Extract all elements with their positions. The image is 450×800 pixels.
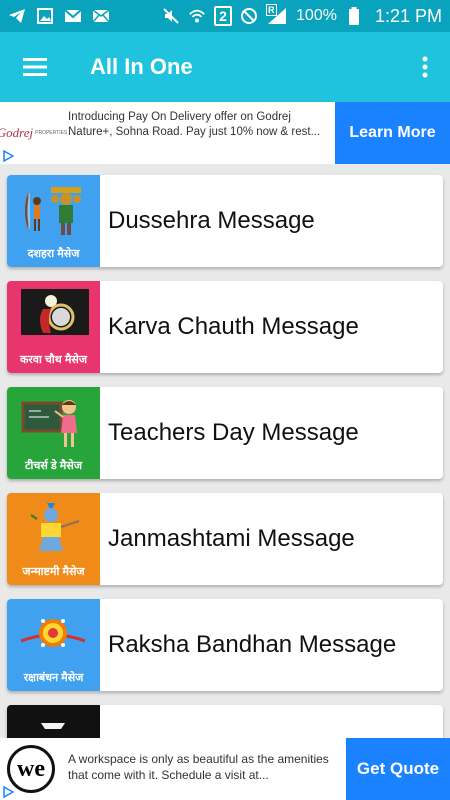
telegram-icon: [8, 7, 26, 25]
mute-icon: [162, 7, 180, 25]
teachers-day-art-icon: [21, 400, 77, 447]
list-item-janmashtami[interactable]: जन्माष्टमी मैसेज Janmashtami Message: [7, 493, 443, 585]
list-item-teachers-day[interactable]: टीचर्स डे मैसेज Teachers Day Message: [7, 387, 443, 479]
thumbnail-caption: टीचर्स डे मैसेज: [25, 460, 82, 472]
list-item-title: Dussehra Message: [108, 207, 315, 234]
battery-percent: 100%: [296, 7, 337, 24]
hamburger-menu-button[interactable]: [0, 32, 70, 102]
signal-icon: R: [266, 4, 288, 25]
sim-number: 2: [219, 8, 227, 24]
thumbnail-caption: रक्षाबंधन मैसेज: [23, 672, 84, 684]
thumbnail: जन्माष्टमी मैसेज: [7, 493, 100, 585]
sim-icon: 2: [214, 6, 233, 26]
clock: 1:21 PM: [374, 5, 442, 26]
roaming-indicator: R: [266, 4, 277, 16]
gallery-icon: [36, 7, 54, 25]
no-sign-icon: [240, 7, 258, 25]
janmashtami-art-icon: [30, 503, 80, 551]
thumbnail-caption: जन्माष्टमी मैसेज: [22, 566, 85, 578]
list-item-karva-chauth[interactable]: करवा चौथ मैसेज Karva Chauth Message: [7, 281, 443, 373]
list-item-raksha-bandhan[interactable]: रक्षाबंधन मैसेज Raksha Bandhan Message: [7, 599, 443, 691]
app-bar: All In One: [0, 32, 450, 102]
thumbnail-caption: करवा चौथ मैसेज: [19, 354, 88, 366]
list-item-dussehra[interactable]: दशहरा मैसेज Dussehra Message: [7, 175, 443, 267]
ad-brand-sub: PROPERTIES: [35, 130, 68, 136]
learn-more-button[interactable]: Learn More: [335, 102, 450, 164]
ad-text: A workspace is only as beautiful as the …: [68, 752, 329, 782]
thumbnail: रक्षाबंधन मैसेज: [7, 599, 100, 691]
list-item-title: Raksha Bandhan Message: [108, 631, 397, 658]
list-item-title: Teachers Day Message: [108, 419, 359, 446]
rakhi-art-icon: [21, 619, 85, 647]
thumbnail: दशहरा मैसेज: [7, 175, 100, 267]
wework-logo: we: [0, 738, 62, 800]
gmail-icon: [64, 7, 82, 25]
ad-text: Introducing Pay On Delivery offer on God…: [68, 111, 321, 138]
more-options-button[interactable]: [400, 32, 450, 102]
wifi-icon: [188, 7, 206, 25]
more-vert-icon: [422, 56, 428, 78]
top-ad-banner[interactable]: Godrej PROPERTIES Introducing Pay On Del…: [0, 102, 450, 164]
ad-brand: Godrej: [0, 125, 34, 140]
status-bar: 2 R 100% 1:21 PM: [0, 0, 450, 32]
karva-chauth-art-icon: [21, 289, 89, 335]
email-icon: [92, 7, 110, 25]
thumbnail: टीचर्स डे मैसेज: [7, 387, 100, 479]
godrej-logo: Godrej PROPERTIES: [0, 102, 68, 164]
thumbnail: करवा चौथ मैसेज: [7, 281, 100, 373]
battery-icon: [345, 7, 363, 25]
adchoices-icon[interactable]: [0, 148, 16, 164]
notification-icons: [8, 7, 110, 25]
dussehra-art-icon: [25, 187, 81, 235]
list-item-title: Karva Chauth Message: [108, 313, 359, 340]
app-title: All In One: [90, 54, 193, 79]
thumbnail-caption: दशहरा मैसेज: [27, 248, 80, 260]
system-indicators: 2 R 100% 1:21 PM: [162, 4, 442, 27]
ad-brand: we: [17, 755, 45, 782]
bottom-ad-banner[interactable]: we A workspace is only as beautiful as t…: [0, 738, 450, 800]
adchoices-icon[interactable]: [0, 784, 16, 800]
get-quote-button[interactable]: Get Quote: [346, 738, 450, 800]
list-item-title: Janmashtami Message: [108, 525, 355, 552]
hamburger-menu-icon: [23, 58, 47, 76]
